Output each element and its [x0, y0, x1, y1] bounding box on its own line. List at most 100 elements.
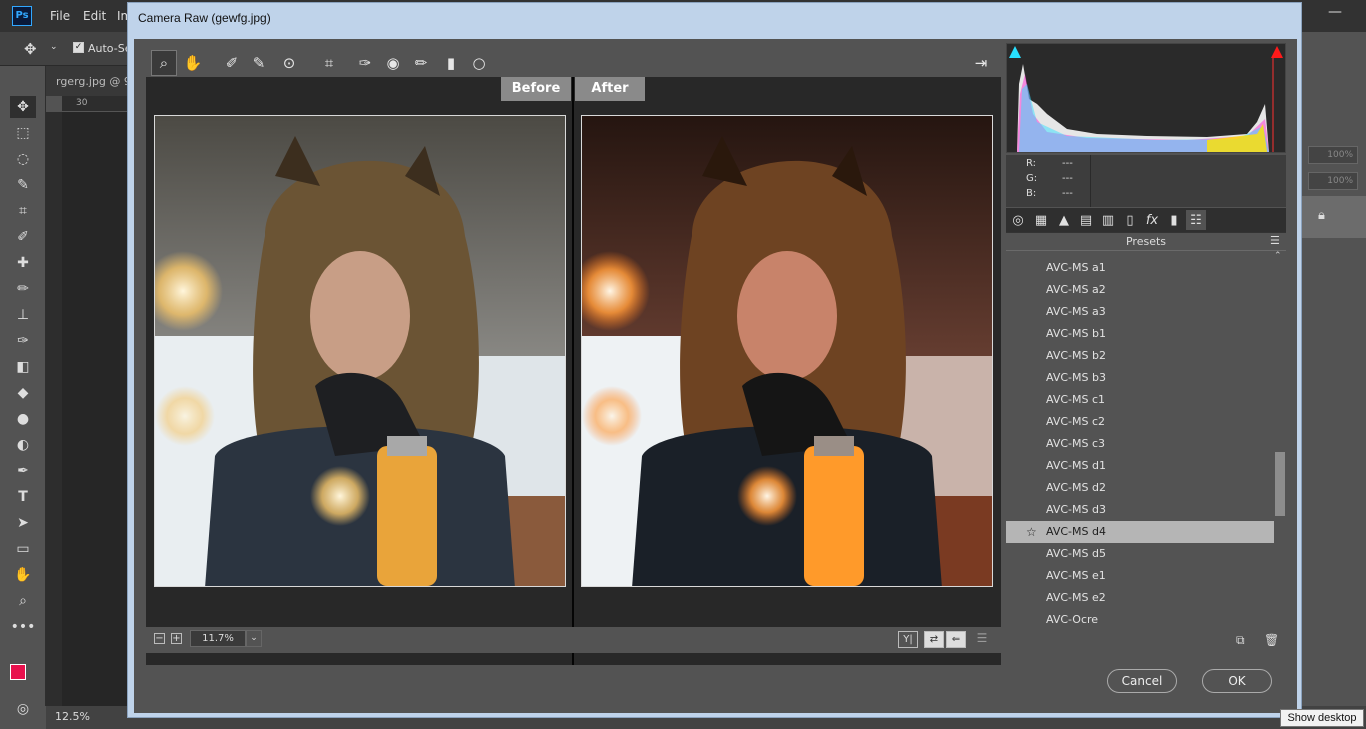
- preset-item[interactable]: AVC-MS a2: [1006, 279, 1274, 301]
- brush-icon[interactable]: ✏: [10, 278, 36, 300]
- calibration-tab-icon[interactable]: ▮: [1164, 210, 1184, 230]
- trash-icon[interactable]: 🗑︎: [1264, 633, 1279, 647]
- preset-item[interactable]: AVC-MS a3: [1006, 301, 1274, 323]
- copy-settings-icon[interactable]: ⇐: [946, 631, 966, 648]
- ruler-mark: 30: [76, 98, 88, 108]
- blur-icon[interactable]: ●: [10, 408, 36, 430]
- preset-item[interactable]: AVC-MS c3: [1006, 433, 1274, 455]
- rectangle-icon[interactable]: ▭: [10, 538, 36, 560]
- presets-scrollbar[interactable]: [1275, 452, 1285, 516]
- lasso-icon[interactable]: ◌: [10, 148, 36, 170]
- crop-icon[interactable]: ⌗: [10, 200, 36, 222]
- zoom-icon[interactable]: ⌕: [10, 590, 36, 612]
- preset-item[interactable]: AVC-MS a1: [1006, 257, 1274, 279]
- zoom-in-button[interactable]: +: [171, 633, 182, 644]
- camera-raw-dialog: Camera Raw (gewfg.jpg) ⌕ ✋ ✐ ✎ ⊙ ⌗ ✑ ◉ ✏…: [127, 2, 1302, 718]
- before-after-view-icon[interactable]: Y|: [898, 631, 918, 648]
- preset-item[interactable]: AVC-MS b2: [1006, 345, 1274, 367]
- preset-item-selected[interactable]: ☆ AVC-MS d4: [1006, 521, 1274, 543]
- preset-item[interactable]: AVC-MS e1: [1006, 565, 1274, 587]
- move-tool-icon[interactable]: ✥: [24, 40, 37, 58]
- zoom-out-button[interactable]: −: [154, 633, 165, 644]
- preset-item[interactable]: AVC-MS b1: [1006, 323, 1274, 345]
- history-brush-icon[interactable]: ✑: [10, 330, 36, 352]
- presets-tab-icon[interactable]: ☷: [1186, 210, 1206, 230]
- preset-item[interactable]: AVC-MS c2: [1006, 411, 1274, 433]
- eyedropper-icon[interactable]: ✐: [10, 226, 36, 248]
- effects-tab-icon[interactable]: fx: [1142, 210, 1162, 230]
- opacity-field[interactable]: 100%: [1308, 146, 1358, 164]
- rgb-divider: [1090, 155, 1091, 207]
- vertical-ruler: [46, 112, 62, 706]
- crop-tool-icon[interactable]: ⌗: [316, 50, 342, 76]
- preset-item[interactable]: AVC-MS e2: [1006, 587, 1274, 609]
- foreground-color-swatch[interactable]: [10, 664, 26, 680]
- dialog-title: Camera Raw (gewfg.jpg): [138, 11, 271, 25]
- stamp-icon[interactable]: ⊥: [10, 304, 36, 326]
- scroll-up-icon[interactable]: ⌃: [1274, 251, 1282, 261]
- preset-item[interactable]: AVC-MS d2: [1006, 477, 1274, 499]
- zoom-tool-icon[interactable]: ⌕: [151, 50, 177, 76]
- chevron-down-icon[interactable]: ⌄: [50, 42, 58, 52]
- more-icon[interactable]: •••: [10, 616, 36, 638]
- preset-item[interactable]: AVC-MS b3: [1006, 367, 1274, 389]
- cancel-button[interactable]: Cancel: [1107, 669, 1177, 693]
- star-icon[interactable]: ☆: [1026, 521, 1037, 543]
- hand-tool-icon[interactable]: ✋: [180, 50, 206, 76]
- pen-icon[interactable]: ✒: [10, 460, 36, 482]
- radial-filter-icon[interactable]: ○: [466, 50, 492, 76]
- layer-row[interactable]: 🔒︎: [1300, 196, 1366, 238]
- presets-title: Presets: [1006, 233, 1286, 251]
- path-select-icon[interactable]: ➤: [10, 512, 36, 534]
- before-label: Before: [501, 77, 571, 101]
- marquee-icon[interactable]: ⬚: [10, 122, 36, 144]
- tone-curve-tab-icon[interactable]: ▦: [1031, 210, 1051, 230]
- preset-item[interactable]: AVC-MS d1: [1006, 455, 1274, 477]
- preset-item[interactable]: AVC-MS d5: [1006, 543, 1274, 565]
- after-photo: [581, 115, 993, 587]
- red-eye-icon[interactable]: ◉: [380, 50, 406, 76]
- minimize-icon[interactable]: —: [1328, 4, 1342, 20]
- menu-edit[interactable]: Edit: [83, 9, 106, 23]
- fill-field[interactable]: 100%: [1308, 172, 1358, 190]
- before-photo: [154, 115, 566, 587]
- presets-panel: Presets ☰ ⌃ AVC-MS a1 AVC-MS a2 AVC-MS a…: [1006, 232, 1286, 630]
- basic-tab-icon[interactable]: ◎: [1008, 210, 1028, 230]
- preset-item[interactable]: AVC-MS c1: [1006, 389, 1274, 411]
- split-toning-tab-icon[interactable]: ▥: [1098, 210, 1118, 230]
- move-icon[interactable]: ✥: [10, 96, 36, 118]
- zoom-dropdown-icon[interactable]: ⌄: [246, 630, 262, 647]
- detail-tab-icon[interactable]: ▲: [1054, 210, 1074, 230]
- ok-button[interactable]: OK: [1202, 669, 1272, 693]
- hand-icon[interactable]: ✋: [10, 564, 36, 586]
- eraser-icon[interactable]: ◧: [10, 356, 36, 378]
- quick-mask-icon[interactable]: ◎: [10, 698, 36, 720]
- toggle-settings-icon[interactable]: ☰: [972, 631, 992, 648]
- graduated-filter-icon[interactable]: ▮: [438, 50, 464, 76]
- dodge-icon[interactable]: ◐: [10, 434, 36, 456]
- zoom-level-field[interactable]: 11.7%: [190, 630, 246, 647]
- hsl-tab-icon[interactable]: ▤: [1076, 210, 1096, 230]
- spot-removal-icon[interactable]: ✑: [352, 50, 378, 76]
- lens-tab-icon[interactable]: ▯: [1120, 210, 1140, 230]
- quick-select-icon[interactable]: ✎: [10, 174, 36, 196]
- paint-bucket-icon[interactable]: ◆: [10, 382, 36, 404]
- white-balance-icon[interactable]: ✐: [219, 50, 245, 76]
- open-preferences-icon[interactable]: ⇥: [968, 50, 994, 76]
- dialog-body: ⌕ ✋ ✐ ✎ ⊙ ⌗ ✑ ◉ ✏ ▮ ○ ⇥ Before After − +…: [134, 39, 1297, 713]
- healing-icon[interactable]: ✚: [10, 252, 36, 274]
- preset-item[interactable]: AVC-Ocre: [1006, 609, 1274, 631]
- menu-file[interactable]: File: [50, 9, 70, 23]
- targeted-adjust-icon[interactable]: ⊙: [276, 50, 302, 76]
- presets-menu-icon[interactable]: ☰: [1270, 234, 1280, 247]
- swap-settings-icon[interactable]: ⇄: [924, 631, 944, 648]
- color-sampler-icon[interactable]: ✎: [246, 50, 272, 76]
- preset-item[interactable]: AVC-MS d3: [1006, 499, 1274, 521]
- type-icon[interactable]: T: [10, 486, 36, 508]
- g-value: ---: [1062, 173, 1073, 184]
- adjustment-brush-icon[interactable]: ✏: [408, 50, 434, 76]
- new-preset-icon[interactable]: ⧉: [1236, 633, 1245, 648]
- document-tab[interactable]: rgerg.jpg @ 9: [56, 75, 131, 88]
- auto-select-checkbox[interactable]: ✓: [73, 42, 84, 53]
- zoom-status: 12.5%: [55, 710, 90, 723]
